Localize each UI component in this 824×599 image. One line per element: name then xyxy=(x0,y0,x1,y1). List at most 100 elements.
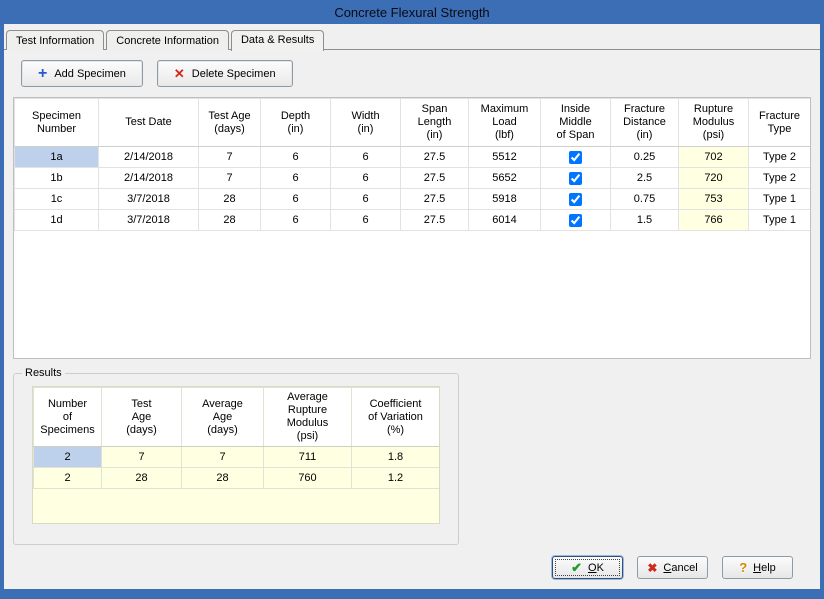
cell-average-rupture-modulus: 760 xyxy=(264,468,352,489)
cell-test-date[interactable]: 3/7/2018 xyxy=(99,210,199,231)
col-header-results-test-age: Test Age (days) xyxy=(102,388,182,447)
cell-rupture-modulus[interactable]: 702 xyxy=(679,147,749,168)
results-group-label: Results xyxy=(22,367,65,379)
cell-fracture-type[interactable]: Type 1 xyxy=(749,189,811,210)
cell-specimen-number[interactable]: 1a xyxy=(15,147,99,168)
cell-maximum-load[interactable]: 5652 xyxy=(469,168,541,189)
specimen-row-1c: 1c 3/7/2018 28 6 6 27.5 5918 0.75 753 Ty… xyxy=(15,189,811,210)
cell-average-age: 7 xyxy=(182,447,264,468)
specimen-header-row: Specimen Number Test Date Test Age (days… xyxy=(15,99,811,147)
results-row: 2 7 7 711 1.8 xyxy=(34,447,440,468)
cell-inside-middle xyxy=(541,189,611,210)
tab-panel-data-results: + Add Specimen ✕ Delete Specimen xyxy=(4,49,820,589)
cell-fracture-distance[interactable]: 2.5 xyxy=(611,168,679,189)
help-label: Help xyxy=(753,562,776,574)
cell-fracture-distance[interactable]: 0.75 xyxy=(611,189,679,210)
col-header-average-rupture-modulus: Average Rupture Modulus (psi) xyxy=(264,388,352,447)
cell-depth[interactable]: 6 xyxy=(261,147,331,168)
results-grid: Number of Specimens Test Age (days) Aver… xyxy=(32,386,440,524)
cell-results-test-age: 7 xyxy=(102,447,182,468)
col-header-test-date: Test Date xyxy=(99,99,199,147)
specimen-toolbar: + Add Specimen ✕ Delete Specimen xyxy=(21,60,811,87)
cell-width[interactable]: 6 xyxy=(331,210,401,231)
cell-specimen-number[interactable]: 1d xyxy=(15,210,99,231)
cancel-icon: ✖ xyxy=(647,562,657,574)
cell-coefficient-of-variation: 1.8 xyxy=(352,447,440,468)
cancel-label: Cancel xyxy=(663,562,697,574)
cell-test-date[interactable]: 3/7/2018 xyxy=(99,189,199,210)
col-header-maximum-load: Maximum Load (lbf) xyxy=(469,99,541,147)
col-header-test-age: Test Age (days) xyxy=(199,99,261,147)
cell-inside-middle xyxy=(541,147,611,168)
cell-depth[interactable]: 6 xyxy=(261,210,331,231)
cell-fracture-type[interactable]: Type 2 xyxy=(749,147,811,168)
col-header-fracture-distance: Fracture Distance (in) xyxy=(611,99,679,147)
dialog-window: Concrete Flexural Strength Test Informat… xyxy=(0,0,824,599)
tab-data-results[interactable]: Data & Results xyxy=(231,30,324,51)
inside-middle-checkbox[interactable] xyxy=(569,151,582,164)
cell-fracture-type[interactable]: Type 1 xyxy=(749,210,811,231)
col-header-specimen-number: Specimen Number xyxy=(15,99,99,147)
inside-middle-checkbox[interactable] xyxy=(569,214,582,227)
cell-test-date[interactable]: 2/14/2018 xyxy=(99,147,199,168)
add-specimen-button[interactable]: + Add Specimen xyxy=(21,60,143,87)
cell-span-length[interactable]: 27.5 xyxy=(401,147,469,168)
titlebar[interactable]: Concrete Flexural Strength xyxy=(0,0,824,24)
ok-label: OK xyxy=(588,562,604,574)
delete-specimen-button[interactable]: ✕ Delete Specimen xyxy=(157,60,293,87)
cancel-button[interactable]: ✖ Cancel xyxy=(637,556,708,579)
col-header-inside-middle: Inside Middle of Span xyxy=(541,99,611,147)
help-button[interactable]: ? Help xyxy=(722,556,793,579)
cell-rupture-modulus[interactable]: 720 xyxy=(679,168,749,189)
tab-test-information[interactable]: Test Information xyxy=(6,30,104,50)
col-header-width: Width (in) xyxy=(331,99,401,147)
cell-fracture-distance[interactable]: 1.5 xyxy=(611,210,679,231)
cell-maximum-load[interactable]: 6014 xyxy=(469,210,541,231)
plus-icon: + xyxy=(38,66,47,82)
cell-span-length[interactable]: 27.5 xyxy=(401,168,469,189)
results-groupbox: Results Number of Specimens Test Age (da… xyxy=(13,367,459,545)
cell-maximum-load[interactable]: 5512 xyxy=(469,147,541,168)
cell-specimen-number[interactable]: 1b xyxy=(15,168,99,189)
results-header-row: Number of Specimens Test Age (days) Aver… xyxy=(34,388,440,447)
col-header-average-age: Average Age (days) xyxy=(182,388,264,447)
cell-test-age[interactable]: 28 xyxy=(199,210,261,231)
client-area: Test Information Concrete Information Da… xyxy=(4,24,820,589)
cell-fracture-distance[interactable]: 0.25 xyxy=(611,147,679,168)
tab-concrete-information[interactable]: Concrete Information xyxy=(106,30,229,50)
col-header-depth: Depth (in) xyxy=(261,99,331,147)
cell-width[interactable]: 6 xyxy=(331,147,401,168)
col-header-number-of-specimens: Number of Specimens xyxy=(34,388,102,447)
cell-coefficient-of-variation: 1.2 xyxy=(352,468,440,489)
cell-inside-middle xyxy=(541,210,611,231)
cell-span-length[interactable]: 27.5 xyxy=(401,210,469,231)
cell-depth[interactable]: 6 xyxy=(261,189,331,210)
cell-test-age[interactable]: 28 xyxy=(199,189,261,210)
cell-width[interactable]: 6 xyxy=(331,189,401,210)
specimen-table: Specimen Number Test Date Test Age (days… xyxy=(14,98,811,231)
col-header-fracture-type: Fracture Type xyxy=(749,99,811,147)
cell-number-of-specimens: 2 xyxy=(34,447,102,468)
cell-maximum-load[interactable]: 5918 xyxy=(469,189,541,210)
cell-rupture-modulus[interactable]: 766 xyxy=(679,210,749,231)
cell-test-age[interactable]: 7 xyxy=(199,147,261,168)
results-table: Number of Specimens Test Age (days) Aver… xyxy=(33,387,440,489)
cell-test-date[interactable]: 2/14/2018 xyxy=(99,168,199,189)
cell-width[interactable]: 6 xyxy=(331,168,401,189)
inside-middle-checkbox[interactable] xyxy=(569,172,582,185)
cell-depth[interactable]: 6 xyxy=(261,168,331,189)
delete-specimen-label: Delete Specimen xyxy=(192,68,276,80)
cell-test-age[interactable]: 7 xyxy=(199,168,261,189)
specimen-row-1d: 1d 3/7/2018 28 6 6 27.5 6014 1.5 766 Typ… xyxy=(15,210,811,231)
window-title: Concrete Flexural Strength xyxy=(334,5,489,20)
results-row: 2 28 28 760 1.2 xyxy=(34,468,440,489)
cell-span-length[interactable]: 27.5 xyxy=(401,189,469,210)
cell-fracture-type[interactable]: Type 2 xyxy=(749,168,811,189)
cell-rupture-modulus[interactable]: 753 xyxy=(679,189,749,210)
cell-inside-middle xyxy=(541,168,611,189)
tab-bar: Test Information Concrete Information Da… xyxy=(4,24,820,49)
ok-button[interactable]: ✔ OK xyxy=(552,556,623,579)
dialog-footer: ✔ OK ✖ Cancel ? Help xyxy=(13,552,811,583)
inside-middle-checkbox[interactable] xyxy=(569,193,582,206)
cell-specimen-number[interactable]: 1c xyxy=(15,189,99,210)
